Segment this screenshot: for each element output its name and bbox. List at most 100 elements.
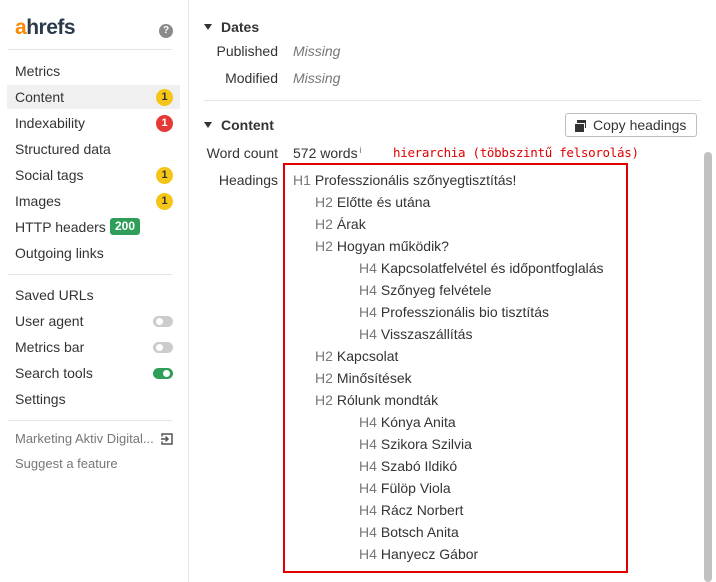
sidebar-item-http-headers[interactable]: HTTP headers 200 <box>7 215 180 239</box>
heading-level-tag: H4 <box>359 480 377 496</box>
word-count-value: 572 words i <box>293 145 362 161</box>
ahrefs-logo[interactable]: ahrefs <box>15 16 76 40</box>
heading-item-h4: H4 Professzionális bio tisztítás <box>359 304 549 320</box>
heading-text: Professzionális bio tisztítás <box>380 304 549 320</box>
main-panel: Dates Published Missing Modified Missing… <box>190 0 716 582</box>
heading-item-h4: H4 Szabó Ildikó <box>359 458 457 474</box>
heading-level-tag: H4 <box>359 436 377 452</box>
heading-item-h2: H2 Kapcsolat <box>315 348 398 364</box>
heading-item-h4: H4 Kónya Anita <box>359 414 456 430</box>
http-status-badge: 200 <box>110 218 141 235</box>
sidebar-item-social-tags[interactable]: Social tags 1 <box>7 163 180 187</box>
heading-item-h4: H4 Visszaszállítás <box>359 326 472 342</box>
heading-level-tag: H4 <box>359 414 377 430</box>
heading-text: Visszaszállítás <box>380 326 473 342</box>
copy-headings-button[interactable]: Copy headings <box>565 113 697 137</box>
heading-text: Kapcsolat <box>336 348 399 364</box>
sidebar-item-saved-urls[interactable]: Saved URLs <box>7 283 180 307</box>
published-value: Missing <box>293 43 341 59</box>
content-section-header[interactable]: Content <box>204 117 274 133</box>
heading-level-tag: H2 <box>315 216 333 232</box>
divider <box>204 100 701 101</box>
divider <box>8 420 172 421</box>
heading-item-h2: H2 Hogyan működik? <box>315 238 449 254</box>
heading-level-tag: H4 <box>359 326 377 342</box>
heading-item-h4: H4 Rácz Norbert <box>359 502 463 518</box>
heading-item-h4: H4 Szőnyeg felvétele <box>359 282 491 298</box>
heading-text: Rácz Norbert <box>380 502 464 518</box>
heading-text: Kónya Anita <box>380 414 456 430</box>
question-circle-icon[interactable]: ? <box>159 24 173 38</box>
heading-level-tag: H2 <box>315 370 333 386</box>
account-name: Marketing Aktiv Digital... <box>7 427 180 451</box>
heading-text: Szabó Ildikó <box>380 458 458 474</box>
sidebar-item-user-agent[interactable]: User agent <box>7 309 180 333</box>
heading-text: Kapcsolatfelvétel és időpontfoglalás <box>380 260 604 276</box>
scrollbar[interactable] <box>704 152 712 582</box>
heading-level-tag: H4 <box>359 458 377 474</box>
sidebar-item-images[interactable]: Images 1 <box>7 189 180 213</box>
logout-icon[interactable] <box>161 433 173 445</box>
indexability-badge: 1 <box>156 115 173 132</box>
heading-text: Szőnyeg felvétele <box>380 282 492 298</box>
heading-text: Hogyan működik? <box>336 238 449 254</box>
copy-icon <box>574 120 586 133</box>
annotation-text: hierarchia (többszintű felsorolás) <box>393 145 639 160</box>
heading-item-h4: H4 Hanyecz Gábor <box>359 546 478 562</box>
heading-item-h2: H2 Rólunk mondták <box>315 392 438 408</box>
heading-level-tag: H2 <box>315 348 333 364</box>
user-agent-toggle[interactable] <box>153 316 173 327</box>
heading-item-h4: H4 Szikora Szilvia <box>359 436 472 452</box>
heading-text: Botsch Anita <box>380 524 459 540</box>
heading-text: Fülöp Viola <box>380 480 451 496</box>
sidebar: ahrefs ? Metrics Content 1 Indexability 1 … <box>0 0 189 582</box>
heading-item-h4: H4 Botsch Anita <box>359 524 459 540</box>
heading-level-tag: H4 <box>359 524 377 540</box>
sidebar-item-search-tools[interactable]: Search tools <box>7 361 180 385</box>
caret-down-icon <box>204 122 212 128</box>
info-icon[interactable]: i <box>360 145 362 155</box>
headings-label: Headings <box>218 172 278 188</box>
sidebar-item-settings[interactable]: Settings <box>7 387 180 411</box>
sidebar-item-structured-data[interactable]: Structured data <box>7 137 180 161</box>
heading-item-h4: H4 Kapcsolatfelvétel és időpontfoglalás <box>359 260 604 276</box>
heading-level-tag: H2 <box>315 392 333 408</box>
heading-item-h2: H2 Előtte és utána <box>315 194 430 210</box>
search-tools-toggle[interactable] <box>153 368 173 379</box>
heading-level-tag: H2 <box>315 238 333 254</box>
published-label: Published <box>216 43 279 59</box>
sidebar-item-metrics-bar[interactable]: Metrics bar <box>7 335 180 359</box>
heading-text: Árak <box>336 216 366 232</box>
heading-level-tag: H1 <box>293 172 311 188</box>
modified-value: Missing <box>293 70 341 86</box>
heading-level-tag: H4 <box>359 260 377 276</box>
heading-item-h2: H2 Árak <box>315 216 366 232</box>
heading-text: Minősítések <box>336 370 412 386</box>
sidebar-item-metrics[interactable]: Metrics <box>7 59 180 83</box>
metrics-bar-toggle[interactable] <box>153 342 173 353</box>
sidebar-item-outgoing-links[interactable]: Outgoing links <box>7 241 180 265</box>
divider <box>8 274 172 275</box>
heading-item-h1: H1 Professzionális szőnyegtisztítás! <box>293 172 516 188</box>
caret-down-icon <box>204 24 212 30</box>
divider <box>8 49 172 50</box>
sidebar-item-indexability[interactable]: Indexability 1 <box>7 111 180 135</box>
heading-text: Rólunk mondták <box>336 392 439 408</box>
heading-level-tag: H4 <box>359 546 377 562</box>
sidebar-item-content[interactable]: Content 1 <box>7 85 180 109</box>
heading-level-tag: H4 <box>359 502 377 518</box>
modified-label: Modified <box>225 70 278 86</box>
heading-item-h4: H4 Fülöp Viola <box>359 480 451 496</box>
dates-section-header[interactable]: Dates <box>204 19 259 35</box>
heading-level-tag: H4 <box>359 282 377 298</box>
heading-text: Szikora Szilvia <box>380 436 472 452</box>
heading-level-tag: H4 <box>359 304 377 320</box>
suggest-feature-link[interactable]: Suggest a feature <box>7 452 180 476</box>
heading-item-h2: H2 Minősítések <box>315 370 412 386</box>
content-badge: 1 <box>156 89 173 106</box>
heading-text: Professzionális szőnyegtisztítás! <box>314 172 517 188</box>
images-badge: 1 <box>156 193 173 210</box>
heading-text: Előtte és utána <box>336 194 431 210</box>
word-count-label: Word count <box>206 145 278 161</box>
heading-text: Hanyecz Gábor <box>380 546 479 562</box>
